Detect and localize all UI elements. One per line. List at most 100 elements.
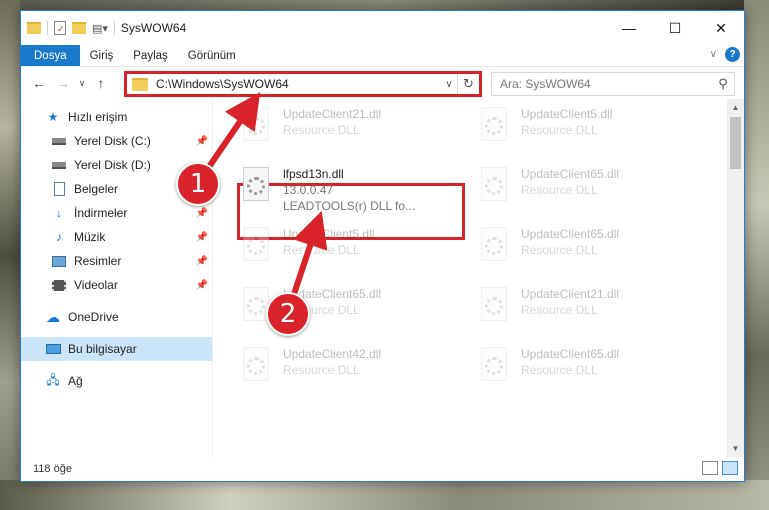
nav-label: Bu bilgisayar <box>68 342 137 356</box>
file-description: Resource DLL <box>283 123 360 137</box>
nav-item-this-pc[interactable]: Bu bilgisayar <box>21 337 212 361</box>
nav-item-pictures[interactable]: Resimler 📌 <box>21 249 212 273</box>
explorer-window: ✓ ▤▾ SysWOW64 — ☐ ✕ Dosya Giriş Paylaş G… <box>20 10 745 482</box>
dll-file-icon <box>475 107 515 151</box>
window-controls: — ☐ ✕ <box>606 11 744 45</box>
file-item[interactable]: UpdateClient65.dll Resource DLL <box>475 343 705 401</box>
file-item[interactable]: lfpsd13n.dll 13.0.0.47 LEADTOOLS(r) DLL fo… <box>237 163 467 221</box>
scroll-thumb[interactable] <box>730 117 741 169</box>
file-name: UpdateClient42.dll <box>283 347 382 361</box>
nav-label: İndirmeler <box>74 206 128 220</box>
desktop-background-bottom <box>0 480 769 510</box>
file-description: Resource DLL <box>521 363 598 377</box>
nav-item-music[interactable]: ♪ Müzik 📌 <box>21 225 212 249</box>
gear-icon <box>485 177 503 195</box>
dll-file-icon <box>475 347 515 391</box>
dll-file-icon <box>237 347 277 391</box>
file-text: UpdateClient5.dll Resource DLL <box>283 227 374 281</box>
highlight-box-address <box>124 71 482 97</box>
window-title: SysWOW64 <box>120 21 187 35</box>
tab-gorunum[interactable]: Görünüm <box>178 45 246 66</box>
pin-icon: 📌 <box>195 279 208 291</box>
videos-icon <box>51 277 67 293</box>
file-name: UpdateClient65.dll <box>521 347 620 361</box>
nav-label: Yerel Disk (C:) <box>74 134 151 148</box>
new-folder-icon[interactable] <box>72 22 86 34</box>
dll-file-icon <box>475 167 515 211</box>
nav-label: OneDrive <box>68 310 119 324</box>
nav-label: Belgeler <box>74 182 119 196</box>
desktop-background-right <box>744 0 769 510</box>
file-description: LEADTOOLS(r) DLL fo... <box>283 199 416 213</box>
file-text: UpdateClient21.dll Resource DLL <box>283 107 381 161</box>
search-placeholder[interactable]: Ara: SysWOW64 <box>500 77 712 91</box>
tiles-view-icon[interactable] <box>722 461 738 475</box>
gear-icon <box>247 237 265 255</box>
ribbon-right: ∨ ? <box>710 47 740 62</box>
tab-dosya[interactable]: Dosya <box>21 45 80 66</box>
file-text: UpdateClient65.dll Resource DLL <box>521 227 619 281</box>
file-item[interactable]: UpdateClient21.dll Resource DLL <box>475 283 705 341</box>
cloud-icon: ☁ <box>46 308 60 325</box>
file-text: UpdateClient42.dll Resource DLL <box>283 347 381 401</box>
file-name: UpdateClient21.dll <box>521 287 620 301</box>
gear-icon <box>485 237 503 255</box>
file-name: UpdateClient5.dll <box>283 227 375 241</box>
desktop-background-left <box>0 0 20 510</box>
toolbar-separator <box>113 21 115 35</box>
pin-icon: 📌 <box>195 207 208 219</box>
toolbar-separator <box>47 21 48 35</box>
file-item[interactable]: UpdateClient21.dll Resource DLL <box>237 103 467 161</box>
gear-icon <box>247 357 265 375</box>
close-button[interactable]: ✕ <box>698 11 744 45</box>
nav-item-videos[interactable]: Videolar 📌 <box>21 273 212 297</box>
nav-quick-access[interactable]: ★ Hızlı erişim <box>21 105 212 129</box>
help-icon[interactable]: ? <box>725 47 740 62</box>
minimize-button[interactable]: — <box>606 11 652 45</box>
nav-item-network[interactable]: 🖧 Ağ <box>21 369 212 393</box>
up-icon[interactable]: ↑ <box>89 75 113 91</box>
recent-locations-icon[interactable]: ∨ <box>75 78 89 89</box>
details-view-icon[interactable] <box>702 461 718 475</box>
address-row: ← → ∨ ↑ C:\Windows\SysWOW64 ∨ ↻ Ara: Sys… <box>21 67 744 99</box>
file-item[interactable]: UpdateClient65.dll Resource DLL <box>475 223 705 281</box>
file-list: ▲ ▼ UpdateClient21.dll Resource DLL Update… <box>213 99 744 457</box>
file-description: Resource DLL <box>521 123 598 137</box>
nav-label: Yerel Disk (D:) <box>74 158 151 172</box>
scroll-down-icon[interactable]: ▼ <box>727 440 744 457</box>
computer-icon <box>45 341 61 357</box>
file-item[interactable]: UpdateClient42.dll Resource DLL <box>237 343 467 401</box>
file-item[interactable]: UpdateClient5.dll Resource DLL <box>475 103 705 161</box>
title-bar: ✓ ▤▾ SysWOW64 — ☐ ✕ <box>21 11 744 45</box>
file-item[interactable]: UpdateClient5.dll Resource DLL <box>237 223 467 281</box>
dll-file-icon <box>237 167 277 211</box>
forward-icon[interactable]: → <box>51 75 75 91</box>
drive-icon <box>51 157 67 173</box>
file-name: UpdateClient65.dll <box>521 167 620 181</box>
nav-item-onedrive[interactable]: ☁ OneDrive <box>21 305 212 329</box>
file-item[interactable]: UpdateClient65.dll Resource DLL <box>475 163 705 221</box>
navigation-pane: ★ Hızlı erişim Yerel Disk (C:) 📌 Yerel D… <box>21 99 213 457</box>
file-text: UpdateClient65.dll Resource DLL <box>521 167 619 221</box>
nav-item-drive-c[interactable]: Yerel Disk (C:) 📌 <box>21 129 212 153</box>
file-name: UpdateClient21.dll <box>283 107 382 121</box>
tab-paylas[interactable]: Paylaş <box>123 45 178 66</box>
file-name: lfpsd13n.dll <box>283 167 344 181</box>
file-description: Resource DLL <box>283 243 360 257</box>
search-icon[interactable]: ⚲ <box>712 76 734 92</box>
back-icon[interactable]: ← <box>27 75 51 91</box>
properties-icon[interactable]: ✓ <box>54 21 66 35</box>
step-1-badge: 1 <box>176 162 220 206</box>
scroll-up-icon[interactable]: ▲ <box>727 99 744 116</box>
customize-toolbar-icon[interactable]: ▤▾ <box>92 22 108 35</box>
vertical-scrollbar[interactable]: ▲ ▼ <box>727 99 744 457</box>
nav-item-downloads[interactable]: ↓ İndirmeler 📌 <box>21 201 212 225</box>
dll-file-icon <box>237 107 277 151</box>
expand-ribbon-icon[interactable]: ∨ <box>710 49 717 60</box>
file-text: UpdateClient21.dll Resource DLL <box>521 287 619 341</box>
gear-icon <box>247 117 265 135</box>
search-input[interactable]: Ara: SysWOW64 ⚲ <box>491 72 735 96</box>
tab-giris[interactable]: Giriş <box>80 45 124 66</box>
pin-icon: 📌 <box>195 231 208 243</box>
maximize-button[interactable]: ☐ <box>652 11 698 45</box>
